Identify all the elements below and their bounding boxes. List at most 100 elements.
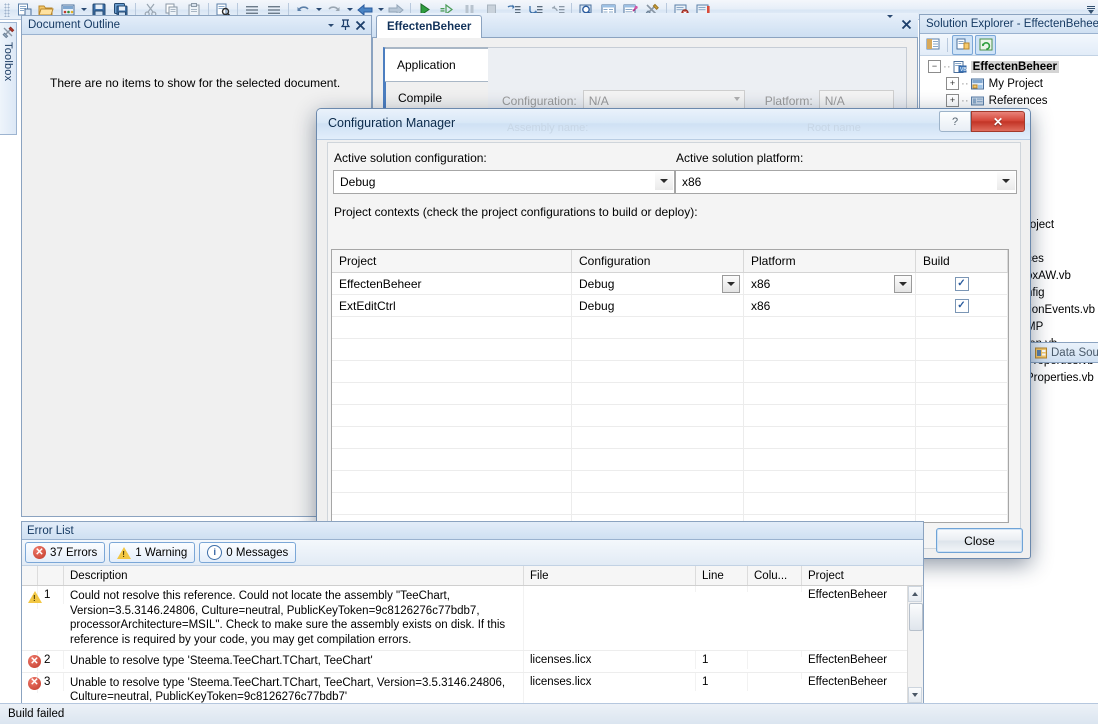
tree-item-clipped[interactable]: nfig (1026, 284, 1098, 301)
close-icon[interactable] (353, 18, 368, 33)
empty-row[interactable] (332, 427, 1008, 449)
empty-row[interactable] (332, 449, 1008, 471)
chevron-down-icon[interactable] (722, 275, 740, 293)
toolbox-label: Toolbox (2, 42, 14, 82)
column-header-description[interactable]: Description (64, 566, 524, 585)
column-header-line[interactable]: Line (696, 566, 748, 585)
show-all-files-icon[interactable] (952, 34, 973, 55)
cell-platform-value: x86 (751, 276, 771, 291)
empty-row[interactable] (332, 317, 1008, 339)
help-button[interactable]: ? (939, 111, 971, 132)
expand-toggle-icon[interactable]: + (946, 77, 959, 90)
scroll-down-button[interactable] (908, 687, 922, 703)
properties-icon[interactable] (924, 36, 943, 54)
tree-item-clipped[interactable]: roject (1026, 216, 1098, 233)
ghost-text-left: Assembly name: (507, 122, 589, 134)
cell-project: ExtEditCtrl (332, 295, 572, 316)
cell-build[interactable]: ✓ (916, 295, 1008, 316)
tree-item-clipped[interactable]: MP (1026, 318, 1098, 335)
cell-configuration-value: Debug (579, 276, 615, 291)
row-line: 1 (696, 672, 748, 691)
tab-effectenbeheer[interactable]: EffectenBeheer (376, 15, 483, 38)
table-row[interactable]: ✕ 3 Unable to resolve type 'Steema.TeeCh… (22, 672, 923, 703)
column-header-build[interactable]: Build (916, 250, 1008, 272)
filter-messages-button[interactable]: i 0 Messages (199, 542, 297, 563)
row-line: 1 (696, 651, 748, 669)
cell-configuration-value: Debug (579, 298, 615, 313)
column-header-configuration[interactable]: Configuration (572, 250, 744, 272)
empty-row[interactable] (332, 493, 1008, 515)
cell-configuration[interactable]: Debug (572, 295, 744, 316)
active-solution-configuration-combobox[interactable]: Debug (333, 170, 675, 194)
empty-row[interactable] (332, 405, 1008, 427)
build-checkbox[interactable]: ✓ (954, 276, 969, 291)
table-row[interactable]: EffectenBeheer Debug x86 ✓ (332, 273, 1008, 295)
close-tab-icon[interactable] (901, 19, 912, 30)
column-header-platform[interactable]: Platform (744, 250, 916, 272)
tree-item-clipped[interactable]: ces (1026, 250, 1098, 267)
chevron-down-icon[interactable] (323, 18, 338, 33)
column-header-file[interactable]: File (524, 566, 696, 585)
dialog-titlebar[interactable]: Configuration Manager Assembly name: Roo… (317, 109, 1030, 140)
data-sources-tab[interactable]: Data Sou (1030, 342, 1098, 363)
table-row[interactable]: ✕ 2 Unable to resolve type 'Steema.TeeCh… (22, 651, 923, 673)
column-header-number[interactable] (38, 566, 64, 585)
close-window-button[interactable]: ✕ (971, 111, 1025, 132)
build-checkbox[interactable]: ✓ (954, 298, 969, 313)
refresh-icon[interactable] (975, 34, 996, 55)
tree-item-effectenbeheer[interactable]: − ·· VB EffectenBeheer (920, 58, 1098, 75)
table-row[interactable]: 1 Could not resolve this reference. Coul… (22, 586, 923, 651)
tree-item-references[interactable]: + ·· References (920, 92, 1098, 109)
toolbox-tab[interactable]: Toolbox (0, 22, 17, 135)
tab-compile-label: Compile (398, 91, 443, 105)
row-file (524, 586, 696, 592)
expand-toggle-icon[interactable]: + (946, 94, 959, 107)
active-solution-platform-value: x86 (682, 175, 702, 189)
my-project-icon (970, 77, 986, 91)
chevron-down-icon[interactable] (894, 275, 912, 293)
close-button[interactable]: Close (936, 528, 1023, 553)
row-column (748, 672, 802, 679)
active-solution-configuration-value: Debug (340, 175, 376, 189)
cell-configuration[interactable]: Debug (572, 273, 744, 294)
active-solution-platform-combobox[interactable]: x86 (675, 170, 1017, 194)
tree-item-label: References (988, 94, 1048, 107)
filter-errors-button[interactable]: ✕ 37 Errors (25, 542, 106, 563)
cell-build[interactable]: ✓ (916, 273, 1008, 294)
column-header-icon[interactable] (22, 566, 38, 585)
column-header-column[interactable]: Colu... (748, 566, 802, 585)
tree-item-my-project[interactable]: + ·· My Project (920, 75, 1098, 92)
toolbar-grip[interactable] (4, 2, 10, 17)
filter-warnings-label: 1 Warning (135, 546, 188, 559)
scrollbar-thumb[interactable] (909, 603, 923, 631)
dialog-content-panel: Active solution configuration: Debug Act… (327, 142, 1023, 553)
empty-row[interactable] (332, 339, 1008, 361)
filter-warnings-button[interactable]: 1 Warning (109, 542, 196, 563)
tab-application[interactable]: Application (385, 48, 491, 82)
cell-project: EffectenBeheer (332, 273, 572, 294)
empty-row[interactable] (332, 361, 1008, 383)
empty-row[interactable] (332, 471, 1008, 493)
column-header-project[interactable]: Project (332, 250, 572, 272)
row-project: EffectenBeheer (808, 654, 888, 666)
tree-item-clipped[interactable]: Properties.vb (1026, 369, 1098, 386)
column-header-project[interactable]: Project (802, 566, 907, 585)
error-list-scrollbar[interactable] (907, 586, 923, 703)
collapse-toggle-icon[interactable]: − (928, 60, 941, 73)
scroll-up-button[interactable] (908, 586, 922, 602)
active-solution-platform-label: Active solution platform: (676, 151, 804, 165)
chevron-down-icon[interactable] (655, 172, 673, 190)
close-button-label: Close (964, 533, 995, 548)
cell-platform[interactable]: x86 (744, 273, 916, 294)
info-icon: i (207, 545, 223, 560)
table-row[interactable]: ExtEditCtrl Debug x86 ✓ (332, 295, 1008, 317)
empty-row[interactable] (332, 383, 1008, 405)
status-bar: Build failed (0, 703, 1098, 724)
tab-list-dropdown-icon[interactable] (887, 15, 893, 30)
tree-item-clipped[interactable]: oxAW.vb (1026, 267, 1098, 284)
pin-icon[interactable] (338, 18, 353, 33)
platform-value: N/A (824, 93, 845, 108)
chevron-down-icon[interactable] (997, 172, 1015, 190)
cell-platform[interactable]: x86 (744, 295, 916, 316)
tree-item-clipped[interactable]: tionEvents.vb (1026, 301, 1098, 318)
